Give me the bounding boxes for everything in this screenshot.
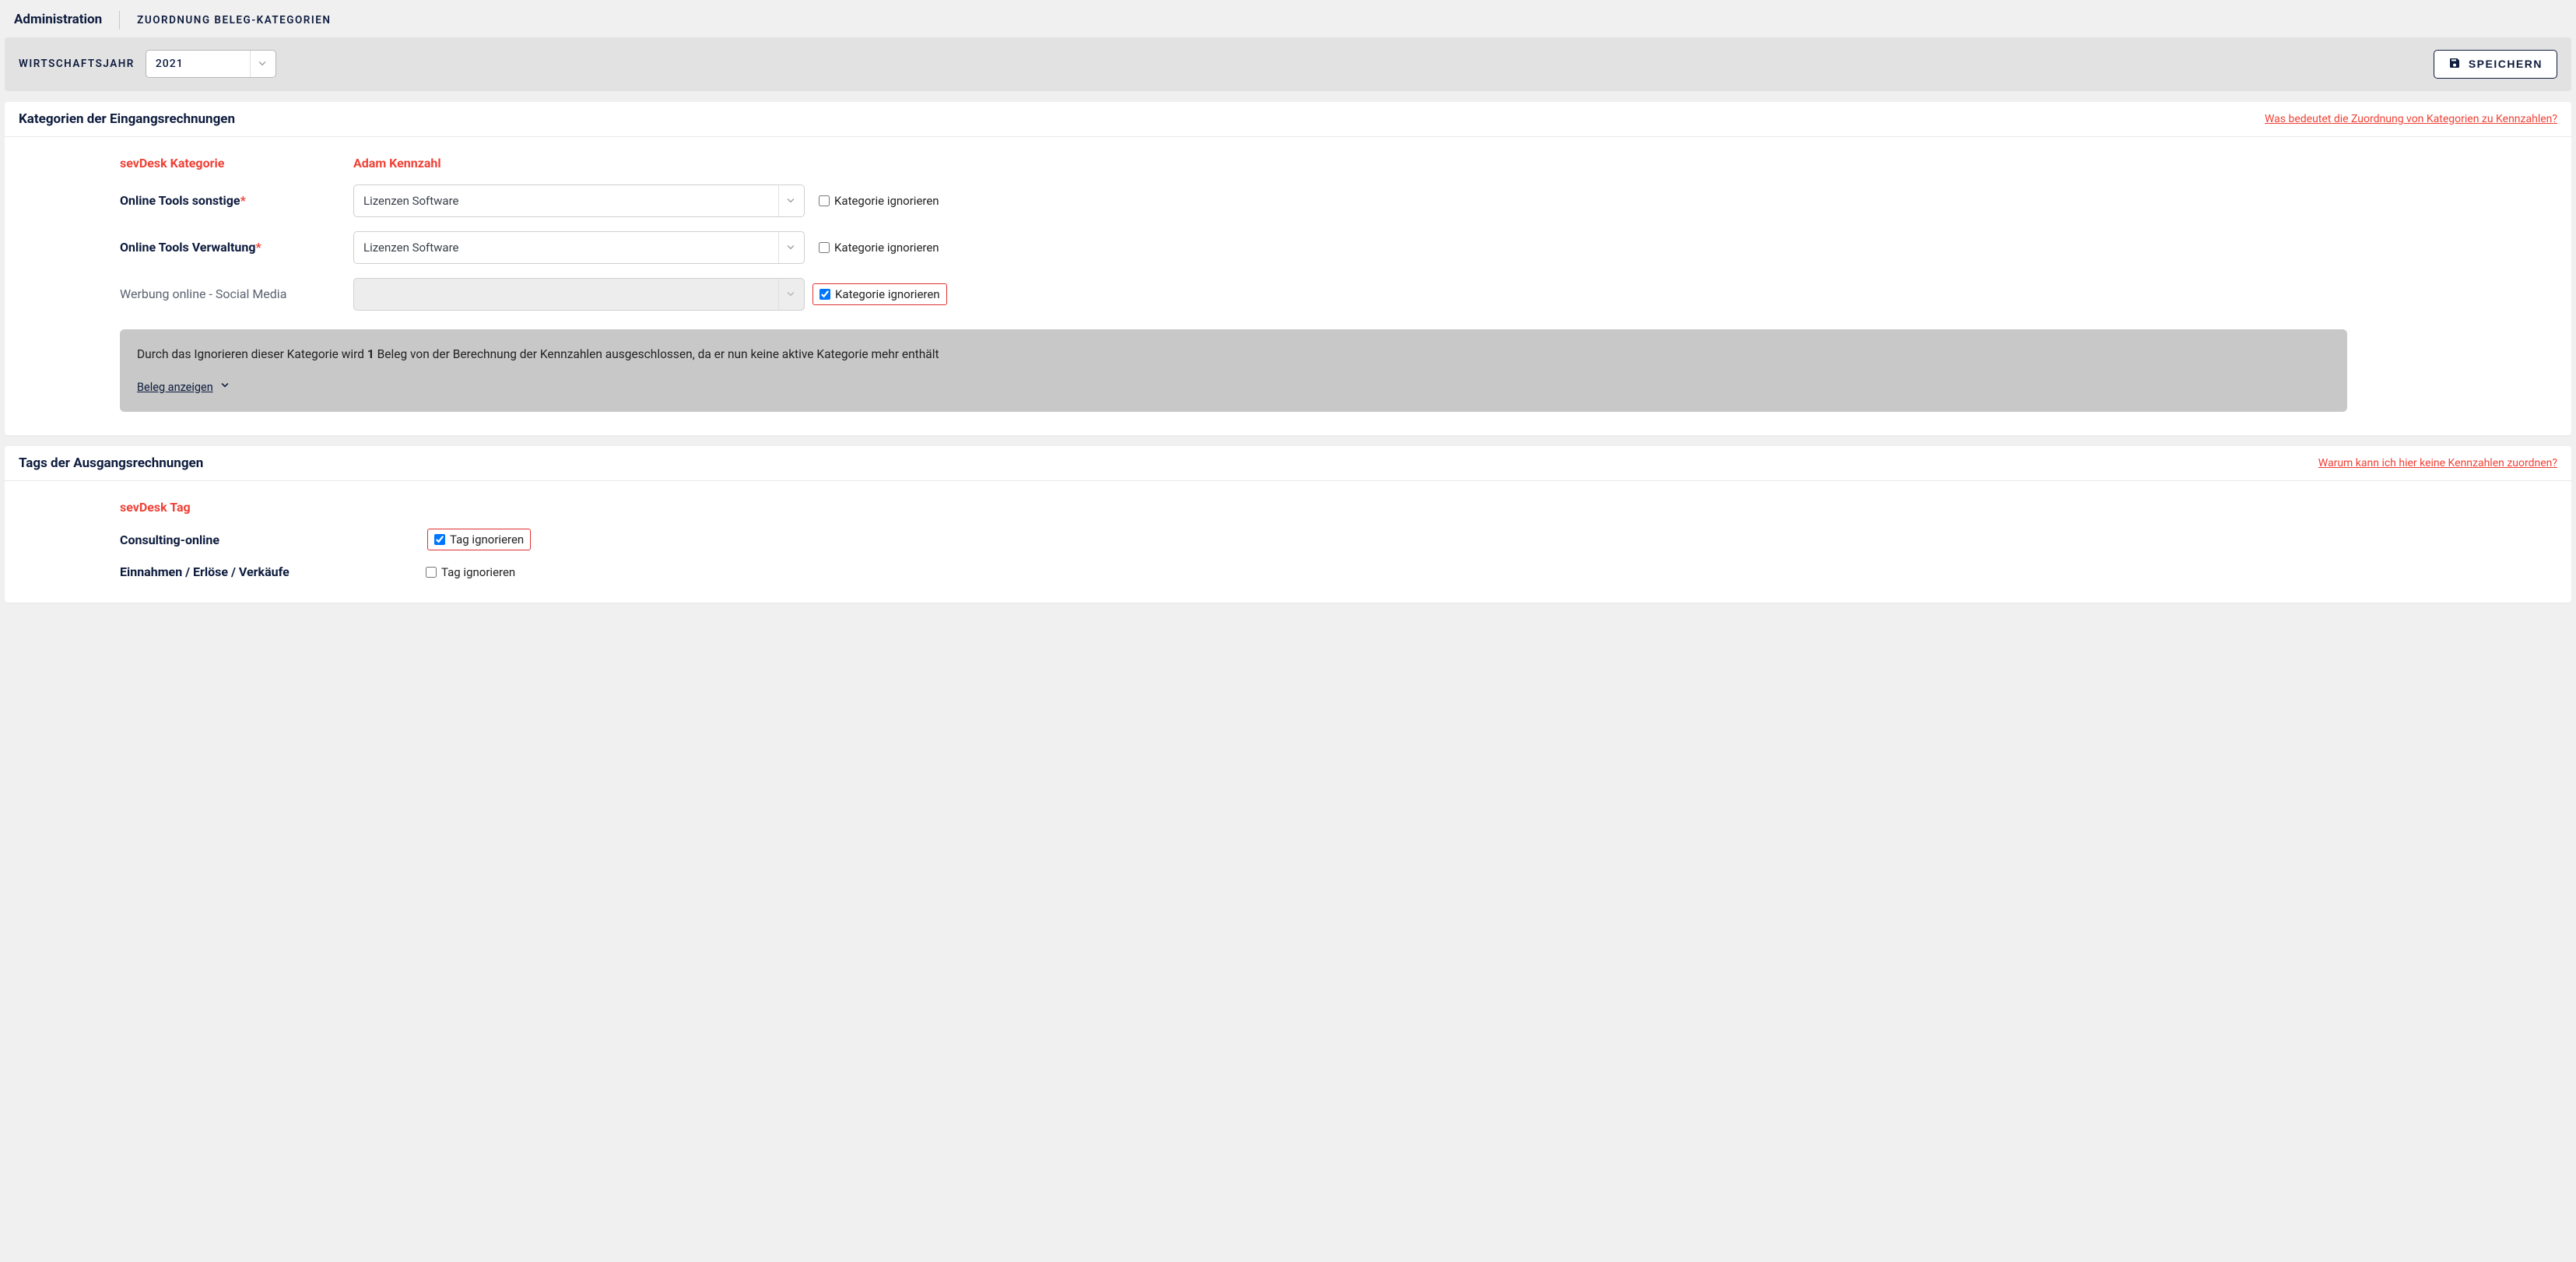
year-select-value: 2021: [156, 58, 184, 70]
ignore-category-checkbox[interactable]: [819, 195, 830, 206]
panel-incoming-categories: Kategorien der Eingangsrechnungen Was be…: [5, 102, 2571, 436]
tag-label: Einnahmen / Erlöse / Verkäufe: [120, 564, 419, 579]
kennzahl-select[interactable]: Lizenzen Software: [353, 231, 805, 264]
tag-label: Consulting-online: [120, 533, 419, 547]
ignore-tag-cell: Tag ignorieren: [419, 565, 2557, 579]
ignore-category-cell: Kategorie ignorieren: [805, 241, 2542, 255]
ignore-tag-checkbox[interactable]: [426, 567, 437, 578]
ignore-tag-label: Tag ignorieren: [441, 565, 515, 579]
ignore-category-label: Kategorie ignorieren: [834, 194, 939, 208]
panel1-help-link[interactable]: Was bedeutet die Zuordnung von Kategorie…: [2265, 113, 2557, 125]
category-grid: sevDesk Kategorie Adam Kennzahl Online T…: [120, 156, 2542, 311]
chevron-down-icon: [250, 51, 268, 77]
ignore-category-checkbox[interactable]: [819, 289, 830, 300]
col-header-category: sevDesk Kategorie: [120, 156, 353, 170]
panel-outgoing-tags: Tags der Ausgangsrechnungen Warum kann i…: [5, 446, 2571, 603]
save-icon: [2448, 57, 2461, 72]
page-subtitle: ZUORDNUNG BELEG-KATEGORIEN: [120, 14, 331, 26]
chevron-down-icon: [219, 378, 230, 396]
kennzahl-select-value: Lizenzen Software: [363, 241, 458, 255]
ignore-category-label: Kategorie ignorieren: [834, 241, 939, 255]
save-button[interactable]: SPEICHERN: [2434, 50, 2557, 79]
kennzahl-select[interactable]: Lizenzen Software: [353, 185, 805, 217]
chevron-down-icon: [778, 232, 796, 263]
category-label: Online Tools Verwaltung*: [120, 240, 353, 255]
chevron-down-icon: [778, 185, 796, 216]
chevron-down-icon: [778, 279, 796, 310]
panel2-title: Tags der Ausgangsrechnungen: [19, 455, 203, 471]
col-header-kennzahl: Adam Kennzahl: [353, 156, 805, 170]
kennzahl-select-disabled: [353, 278, 805, 311]
ignore-tag-cell: Tag ignorieren: [427, 529, 531, 550]
show-receipt-link[interactable]: Beleg anzeigen: [137, 378, 230, 396]
year-label: WIRTSCHAFTSJAHR: [19, 58, 135, 70]
category-label: Werbung online - Social Media: [120, 286, 353, 301]
kennzahl-select-value: Lizenzen Software: [363, 194, 458, 208]
tag-grid: sevDesk Tag Consulting-online Tag ignori…: [120, 500, 2557, 579]
page-title: Administration: [14, 11, 120, 30]
col-header-tag: sevDesk Tag: [120, 500, 419, 515]
category-label: Online Tools sonstige*: [120, 193, 353, 208]
ignore-info-text: Durch das Ignorieren dieser Kategorie wi…: [137, 345, 2330, 364]
ignore-category-checkbox[interactable]: [819, 242, 830, 253]
ignore-category-label: Kategorie ignorieren: [835, 287, 940, 301]
save-button-label: SPEICHERN: [2469, 58, 2543, 70]
page-header: Administration ZUORDNUNG BELEG-KATEGORIE…: [0, 0, 2576, 37]
ignore-category-cell: Kategorie ignorieren: [805, 194, 2542, 208]
ignore-tag-checkbox[interactable]: [434, 534, 445, 545]
ignore-tag-label: Tag ignorieren: [450, 533, 524, 547]
toolbar: WIRTSCHAFTSJAHR 2021 SPEICHERN: [5, 37, 2571, 91]
ignore-category-cell: Kategorie ignorieren: [812, 283, 947, 305]
ignore-info-box: Durch das Ignorieren dieser Kategorie wi…: [120, 329, 2347, 413]
panel2-help-link[interactable]: Warum kann ich hier keine Kennzahlen zuo…: [2318, 457, 2557, 469]
year-select[interactable]: 2021: [146, 50, 276, 78]
panel1-title: Kategorien der Eingangsrechnungen: [19, 111, 235, 127]
